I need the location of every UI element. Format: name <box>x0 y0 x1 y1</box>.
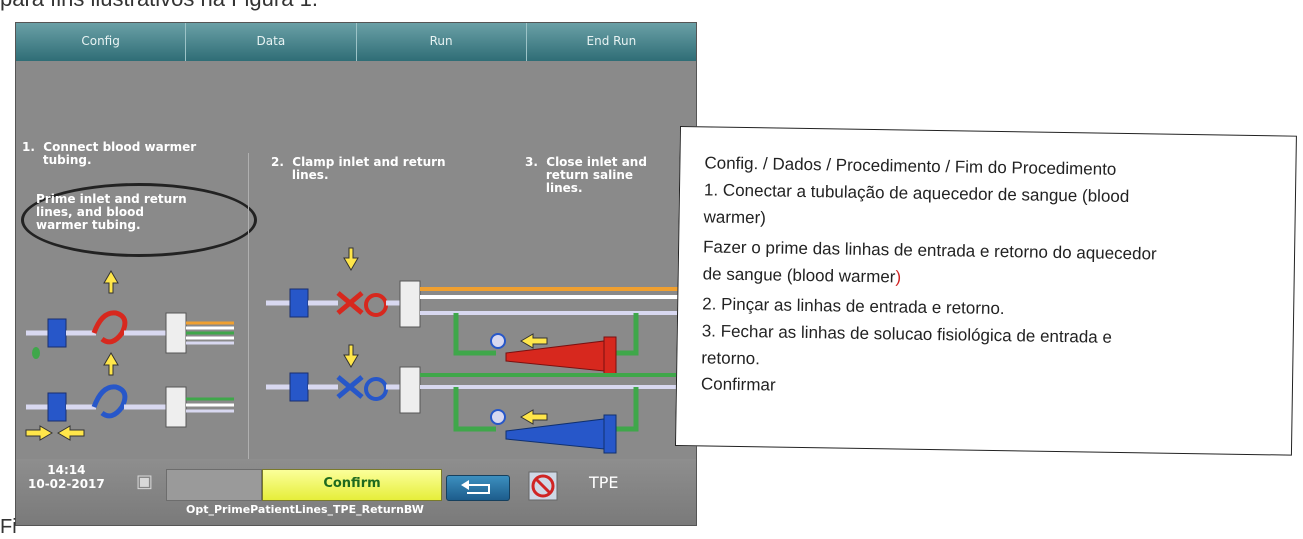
message-field <box>166 469 262 501</box>
translation-step-3-cont: retorno. <box>701 348 761 369</box>
figure-caption: Fi <box>0 516 17 538</box>
translation-red-paren: ) <box>895 267 902 287</box>
page-caption: para fins ilustrativos na Figura 1. <box>0 0 318 12</box>
device-screen: Config Data Run End Run 1. Connect blood… <box>15 22 697 526</box>
return-arrow-icon <box>461 480 490 494</box>
left-bottom-tubing-icon <box>25 352 234 441</box>
translation-prime: Fazer o prime das linhas de entrada e re… <box>702 237 1157 264</box>
translation-prime-cont: de sangue (blood warmer) <box>703 264 902 287</box>
right-top-tubing-icon <box>266 247 684 376</box>
tubing-diagram <box>25 247 684 454</box>
back-button[interactable] <box>446 475 510 501</box>
translation-prime-text: de sangue (blood warmer <box>702 264 896 287</box>
translation-confirm: Confirmar <box>700 374 776 395</box>
time-label: 14:14 <box>47 463 86 477</box>
left-top-tubing-icon <box>26 270 234 359</box>
procedure-mode-label: TPE <box>589 473 619 492</box>
translation-step-1-cont: warmer) <box>703 207 767 228</box>
right-bottom-tubing-icon <box>266 344 684 454</box>
clock: 14:14 10-02-2017 <box>28 463 105 491</box>
screen-identifier: Opt_PrimePatientLines_TPE_ReturnBW <box>186 503 424 516</box>
confirm-button[interactable]: Confirm <box>262 469 442 501</box>
translation-step-3: 3. Fechar as linhas de solucao fisiológi… <box>701 321 1113 347</box>
translation-box: Config. / Dados / Procedimento / Fim do … <box>674 126 1297 456</box>
date-label: 10-02-2017 <box>28 477 105 491</box>
camera-icon[interactable]: ▣ <box>136 473 160 491</box>
translation-step-1: 1. Conectar a tubulação de aquecedor de … <box>703 180 1130 207</box>
translation-tabs: Config. / Dados / Procedimento / Fim do … <box>704 153 1117 179</box>
alarm-muted-icon[interactable] <box>528 471 558 501</box>
translation-step-2: 2. Pinçar as linhas de entrada e retorno… <box>702 294 1005 319</box>
